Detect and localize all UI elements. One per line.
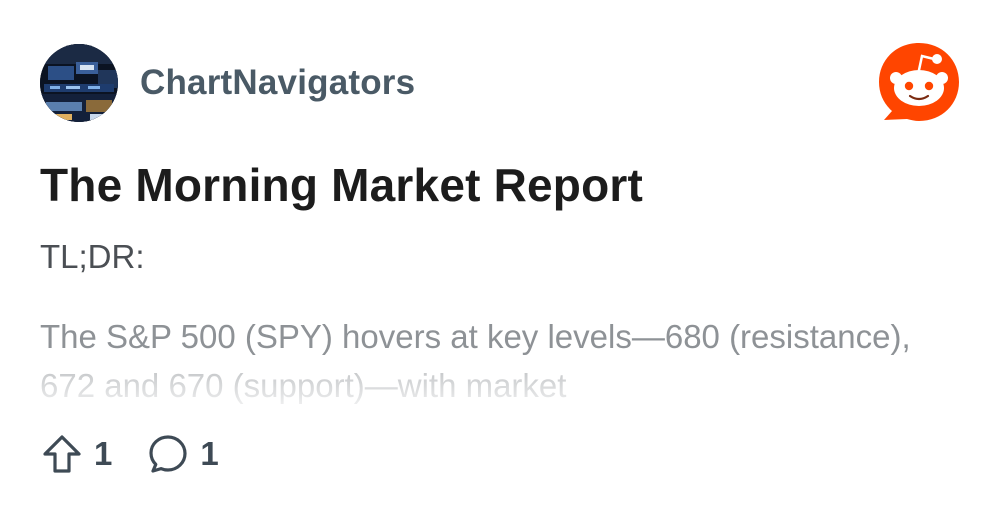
upvote-count: 1 <box>94 435 113 472</box>
upvote-button[interactable]: 1 <box>40 432 112 476</box>
avatar[interactable] <box>40 44 118 122</box>
post-title[interactable]: The Morning Market Report <box>40 158 643 212</box>
comment-bubble-icon <box>149 435 187 473</box>
stock-exchange-icon <box>40 44 118 122</box>
comment-count: 1 <box>200 435 219 472</box>
reddit-logo-icon[interactable] <box>876 40 962 126</box>
comment-button[interactable]: 1 <box>146 432 219 476</box>
post-card[interactable]: ChartNavigators The Morning Market Repor… <box>0 0 1000 521</box>
tldr-label: TL;DR: <box>40 238 145 275</box>
post-body-preview[interactable]: The S&P 500 (SPY) hovers at key levels—6… <box>40 312 940 408</box>
upvote-arrow-icon <box>43 435 81 473</box>
author-name[interactable]: ChartNavigators <box>140 63 415 103</box>
post-body-text: The S&P 500 (SPY) hovers at key levels—6… <box>40 318 911 404</box>
post-header: ChartNavigators <box>40 44 415 122</box>
post-actions: 1 1 <box>40 432 253 476</box>
